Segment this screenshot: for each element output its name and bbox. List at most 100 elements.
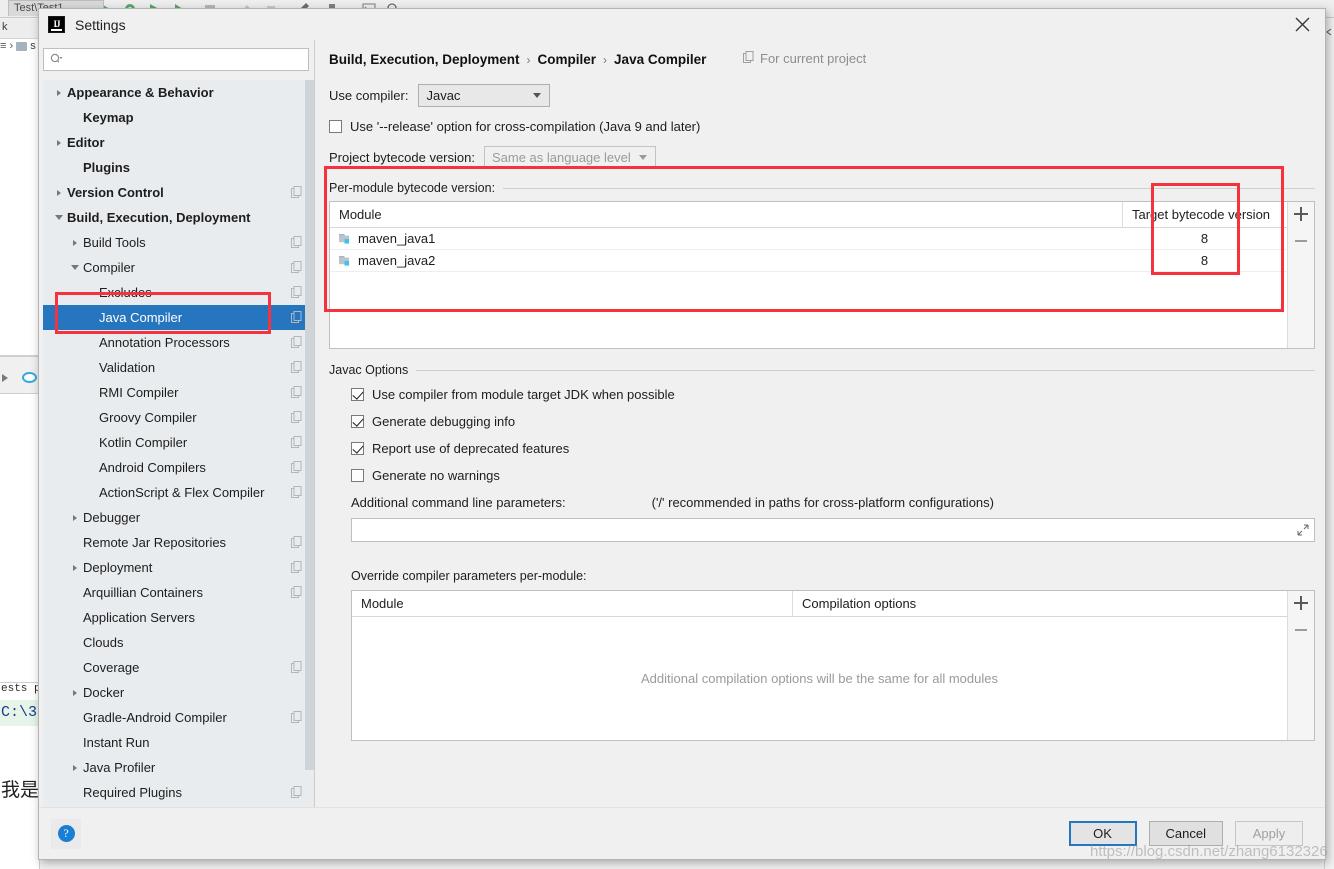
sidebar-item-debugger[interactable]: Debugger — [43, 505, 315, 530]
add-module-button[interactable] — [1293, 206, 1309, 222]
sidebar-item-label: Coverage — [83, 660, 139, 675]
collapse-icon[interactable] — [1325, 24, 1333, 32]
copy-settings-icon — [291, 236, 302, 248]
use-compiler-row: Use compiler: Javac — [329, 84, 1315, 107]
sidebar-item-java-compiler[interactable]: Java Compiler — [43, 305, 315, 330]
override-table[interactable]: Module Compilation options Additional co… — [352, 591, 1287, 740]
sidebar-item-android-compilers[interactable]: Android Compilers — [43, 455, 315, 480]
project-bytecode-label: Project bytecode version: — [329, 150, 475, 165]
target-bytecode-cell[interactable]: 8 — [1122, 231, 1287, 246]
ide-breadcrumb: ≡ › s — [0, 40, 40, 60]
sidebar-item-instant-run[interactable]: Instant Run — [43, 730, 315, 755]
additional-params-input[interactable] — [351, 518, 1315, 542]
override-label: Override compiler parameters per-module: — [351, 569, 1315, 583]
sidebar-item-clouds[interactable]: Clouds — [43, 630, 315, 655]
sidebar-item-java-profiler[interactable]: Java Profiler — [43, 755, 315, 780]
sidebar-item-remote-jar-repositories[interactable]: Remote Jar Repositories — [43, 530, 315, 555]
per-module-table-body: maven_java18maven_java28 — [330, 228, 1287, 272]
column-header-module[interactable]: Module — [352, 591, 792, 617]
sidebar-item-groovy-compiler[interactable]: Groovy Compiler — [43, 405, 315, 430]
table-row[interactable]: maven_java28 — [330, 250, 1287, 272]
sidebar-item-label: Application Servers — [83, 610, 195, 625]
chevron-right-icon[interactable] — [67, 565, 83, 571]
sidebar-item-excludes[interactable]: Excludes — [43, 280, 315, 305]
search-box[interactable] — [43, 48, 309, 71]
javac-option-row[interactable]: Use compiler from module target JDK when… — [351, 387, 1315, 402]
sidebar-item-label: Build Tools — [83, 235, 146, 250]
javac-option-checkbox[interactable] — [351, 388, 364, 401]
module-cell[interactable]: maven_java1 — [330, 231, 1122, 246]
group-divider-line — [416, 370, 1315, 371]
chevron-right-icon[interactable] — [51, 140, 67, 146]
target-bytecode-cell[interactable]: 8 — [1122, 253, 1287, 268]
sidebar-item-editor[interactable]: Editor — [43, 130, 315, 155]
help-button[interactable]: ? — [51, 819, 81, 849]
sidebar-item-plugins[interactable]: Plugins — [43, 155, 315, 180]
copy-settings-icon — [291, 311, 302, 323]
sidebar-item-keymap[interactable]: Keymap — [43, 105, 315, 130]
chevron-down-icon[interactable] — [51, 215, 67, 220]
sidebar-item-required-plugins[interactable]: Required Plugins — [43, 780, 315, 805]
sidebar-item-label: Debugger — [83, 510, 140, 525]
sidebar-item-annotation-processors[interactable]: Annotation Processors — [43, 330, 315, 355]
javac-option-checkbox[interactable] — [351, 469, 364, 482]
chevron-right-icon[interactable] — [67, 690, 83, 696]
sidebar-item-gradle-android-compiler[interactable]: Gradle-Android Compiler — [43, 705, 315, 730]
javac-option-row[interactable]: Report use of deprecated features — [351, 441, 1315, 456]
column-header-compilation-options[interactable]: Compilation options — [792, 591, 1287, 617]
chevron-right-icon[interactable] — [51, 90, 67, 96]
sidebar-item-validation[interactable]: Validation — [43, 355, 315, 380]
sidebar-item-application-servers[interactable]: Application Servers — [43, 605, 315, 630]
ide-panel-header: k — [0, 19, 40, 39]
javac-option-row[interactable]: Generate no warnings — [351, 468, 1315, 483]
project-bytecode-select[interactable]: Same as language level — [484, 146, 656, 169]
sidebar-item-kotlin-compiler[interactable]: Kotlin Compiler — [43, 430, 315, 455]
sidebar-item-build-execution-deployment[interactable]: Build, Execution, Deployment — [43, 205, 315, 230]
sidebar-item-deployment[interactable]: Deployment — [43, 555, 315, 580]
search-input[interactable] — [63, 52, 308, 68]
chevron-right-icon[interactable] — [67, 765, 83, 771]
copy-settings-icon — [291, 436, 302, 448]
sidebar-item-appearance-behavior[interactable]: Appearance & Behavior — [43, 80, 315, 105]
intellij-logo-icon: IJ — [48, 16, 65, 33]
javac-option-checkbox[interactable] — [351, 442, 364, 455]
sidebar-item-label: Required Plugins — [83, 785, 182, 800]
settings-tree[interactable]: Appearance & BehaviorKeymapEditorPlugins… — [43, 80, 315, 807]
column-header-module[interactable]: Module — [330, 202, 1122, 228]
chevron-right-icon[interactable] — [67, 515, 83, 521]
sidebar-item-build-tools[interactable]: Build Tools — [43, 230, 315, 255]
module-cell[interactable]: maven_java2 — [330, 253, 1122, 268]
sidebar-item-version-control[interactable]: Version Control — [43, 180, 315, 205]
javac-option-label: Use compiler from module target JDK when… — [372, 387, 675, 402]
sidebar-item-actionscript-flex-compiler[interactable]: ActionScript & Flex Compiler — [43, 480, 315, 505]
add-override-button[interactable] — [1293, 595, 1309, 611]
remove-module-button — [1293, 233, 1309, 249]
javac-option-checkbox[interactable] — [351, 415, 364, 428]
column-header-target-bytecode-version[interactable]: Target bytecode version — [1122, 202, 1287, 228]
expand-icon[interactable] — [1297, 524, 1309, 536]
sidebar-item-label: Gradle-Android Compiler — [83, 710, 227, 725]
use-compiler-value: Javac — [426, 88, 460, 103]
chevron-right-icon[interactable] — [51, 190, 67, 196]
chevron-right-icon[interactable] — [67, 240, 83, 246]
sidebar-item-coverage[interactable]: Coverage — [43, 655, 315, 680]
sidebar-item-arquillian-containers[interactable]: Arquillian Containers — [43, 580, 315, 605]
target-bytecode-value: 8 — [1201, 231, 1208, 246]
sidebar-item-docker[interactable]: Docker — [43, 680, 315, 705]
copy-settings-icon — [291, 361, 302, 373]
javac-option-row[interactable]: Generate debugging info — [351, 414, 1315, 429]
use-compiler-select[interactable]: Javac — [418, 84, 550, 107]
breadcrumb-part-1[interactable]: Build, Execution, Deployment — [329, 52, 520, 67]
release-option-row[interactable]: Use '--release' option for cross-compila… — [329, 119, 1315, 134]
sidebar-item-compiler[interactable]: Compiler — [43, 255, 315, 280]
rerun-arrow-icon[interactable] — [2, 374, 8, 382]
breadcrumb-part-2[interactable]: Compiler — [538, 52, 597, 67]
close-icon[interactable] — [1279, 9, 1325, 40]
table-row[interactable]: maven_java1 8 — [330, 228, 1287, 250]
chevron-down-icon — [533, 93, 541, 98]
per-module-table[interactable]: Module Target bytecode version maven_jav… — [330, 202, 1287, 348]
release-option-checkbox[interactable] — [329, 120, 342, 133]
sidebar-item-label: Excludes — [99, 285, 152, 300]
chevron-down-icon[interactable] — [67, 265, 83, 270]
sidebar-item-rmi-compiler[interactable]: RMI Compiler — [43, 380, 315, 405]
